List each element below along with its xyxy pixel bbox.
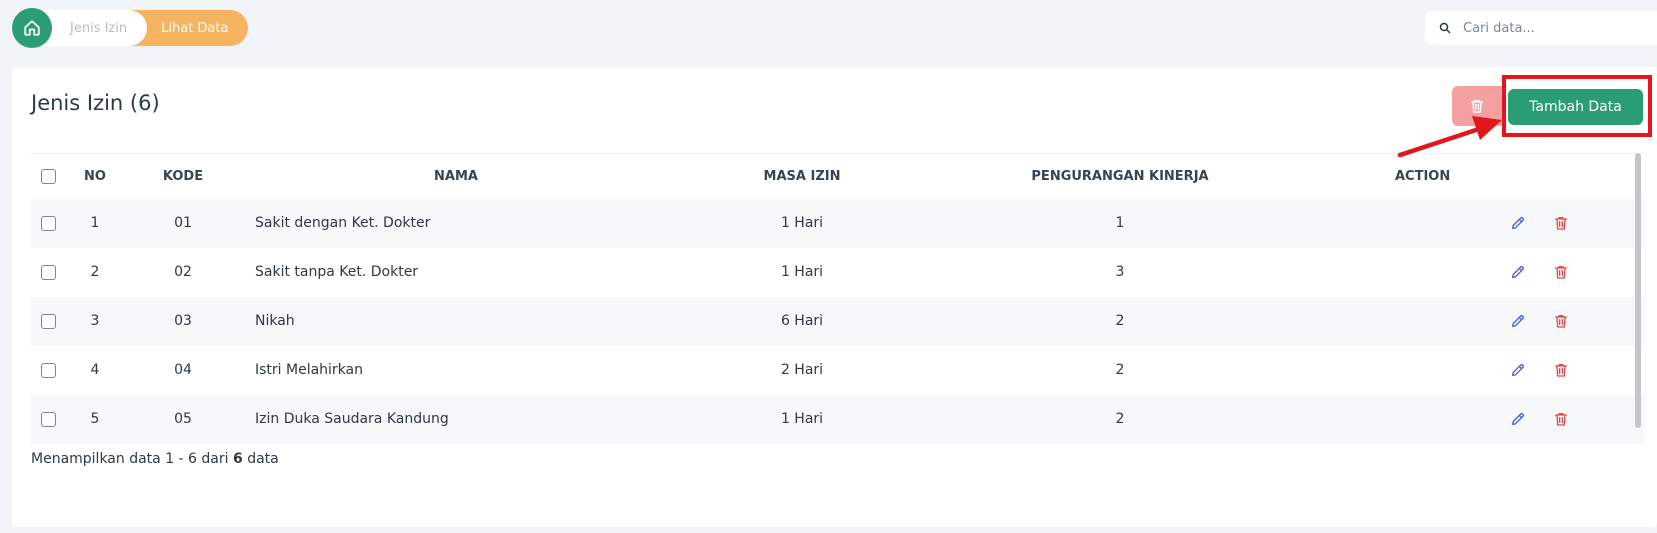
search-icon: [1439, 22, 1451, 34]
table-header-row: NO KODE NAMA MASA IZIN PENGURANGAN KINER…: [31, 153, 1645, 199]
row-select-cell: [31, 248, 65, 297]
cell-kode: 05: [174, 411, 192, 427]
cell-pengurangan-kinerja: 2: [1115, 313, 1125, 329]
table-row: 3 03 Nikah 6 Hari 2: [31, 296, 1645, 346]
search-box: [1425, 11, 1657, 45]
pencil-icon: [1510, 362, 1526, 378]
pencil-icon: [1510, 313, 1526, 329]
cell-no: 3: [90, 313, 100, 329]
header-nama: NAMA: [434, 168, 478, 184]
cell-nama: Sakit dengan Ket. Dokter: [255, 215, 431, 231]
cell-kode: 02: [174, 264, 192, 280]
pagination-total: 6: [232, 451, 243, 467]
cell-masa-izin: 1 Hari: [780, 411, 824, 427]
cell-action: [1307, 297, 1645, 346]
header-masa-izin: MASA IZIN: [763, 168, 841, 184]
trash-icon: [1553, 215, 1569, 231]
delete-button[interactable]: [1553, 411, 1569, 427]
data-card: Jenis Izin (6) Tambah Data NO KODE NAMA …: [12, 67, 1657, 527]
cell-kode: 03: [174, 313, 192, 329]
home-icon: [24, 20, 40, 36]
search-input[interactable]: [1463, 20, 1643, 36]
cell-nama: Sakit tanpa Ket. Dokter: [255, 264, 419, 280]
delete-button[interactable]: [1553, 313, 1569, 329]
row-checkbox[interactable]: [40, 215, 56, 231]
table-row: 2 02 Sakit tanpa Ket. Dokter 1 Hari 3: [31, 247, 1645, 297]
edit-button[interactable]: [1510, 362, 1526, 378]
header-no: NO: [84, 168, 106, 184]
cell-action: [1307, 395, 1645, 444]
header-action: ACTION: [1395, 168, 1451, 184]
trash-icon: [1553, 411, 1569, 427]
pagination-info: Menampilkan data 1 - 6 dari 6 data: [31, 451, 279, 467]
edit-button[interactable]: [1510, 215, 1526, 231]
cell-masa-izin: 2 Hari: [780, 362, 824, 378]
select-all-checkbox[interactable]: [40, 168, 56, 184]
cell-no: 5: [90, 411, 100, 427]
pagination-suffix: data: [247, 451, 279, 467]
trash-icon: [1553, 362, 1569, 378]
edit-button[interactable]: [1510, 313, 1526, 329]
cell-action: [1307, 346, 1645, 395]
cell-pengurangan-kinerja: 2: [1115, 411, 1125, 427]
row-select-cell: [31, 199, 65, 248]
trash-icon: [1553, 313, 1569, 329]
home-button[interactable]: [12, 8, 52, 48]
table-scrollbar[interactable]: [1635, 153, 1641, 428]
edit-button[interactable]: [1510, 264, 1526, 280]
breadcrumb: Jenis Izin Lihat Data: [36, 10, 249, 46]
trash-icon: [1553, 264, 1569, 280]
cell-nama: Izin Duka Saudara Kandung: [255, 411, 449, 427]
top-bar: Jenis Izin Lihat Data: [12, 8, 249, 48]
cell-nama: Istri Melahirkan: [255, 362, 364, 378]
table-row: 1 01 Sakit dengan Ket. Dokter 1 Hari 1: [31, 198, 1645, 248]
edit-button[interactable]: [1510, 411, 1526, 427]
row-checkbox[interactable]: [40, 362, 56, 378]
cell-masa-izin: 1 Hari: [780, 215, 824, 231]
header-pengurangan-kinerja: PENGURANGAN KINERJA: [1031, 168, 1209, 184]
table-row: 5 05 Izin Duka Saudara Kandung 1 Hari 2: [31, 394, 1645, 444]
cell-no: 2: [90, 264, 100, 280]
page-title: Jenis Izin (6): [31, 91, 160, 115]
breadcrumb-item-jenis-izin[interactable]: Jenis Izin: [36, 10, 148, 46]
row-select-cell: [31, 346, 65, 395]
cell-masa-izin: 1 Hari: [780, 264, 824, 280]
row-checkbox[interactable]: [40, 264, 56, 280]
pencil-icon: [1510, 411, 1526, 427]
delete-button[interactable]: [1553, 264, 1569, 280]
row-select-cell: [31, 297, 65, 346]
pencil-icon: [1510, 264, 1526, 280]
select-all-cell: [31, 154, 65, 199]
cell-nama: Nikah: [255, 313, 295, 329]
cell-kode: 04: [174, 362, 192, 378]
table-row: 4 04 Istri Melahirkan 2 Hari 2: [31, 345, 1645, 395]
bulk-delete-button[interactable]: [1452, 86, 1502, 126]
row-checkbox[interactable]: [40, 313, 56, 329]
cell-action: [1307, 199, 1645, 248]
data-table: NO KODE NAMA MASA IZIN PENGURANGAN KINER…: [31, 153, 1645, 444]
add-data-button[interactable]: Tambah Data: [1508, 89, 1643, 125]
cell-action: [1307, 248, 1645, 297]
row-select-cell: [31, 395, 65, 444]
row-checkbox[interactable]: [40, 411, 56, 427]
cell-pengurangan-kinerja: 2: [1115, 362, 1125, 378]
header-kode: KODE: [162, 168, 204, 184]
cell-no: 1: [90, 215, 100, 231]
cell-pengurangan-kinerja: 1: [1115, 215, 1125, 231]
pagination-prefix: Menampilkan data 1 - 6 dari: [31, 451, 229, 467]
cell-kode: 01: [174, 215, 192, 231]
cell-masa-izin: 6 Hari: [780, 313, 824, 329]
trash-icon: [1470, 99, 1484, 113]
cell-pengurangan-kinerja: 3: [1115, 264, 1125, 280]
delete-button[interactable]: [1553, 215, 1569, 231]
cell-no: 4: [90, 362, 100, 378]
delete-button[interactable]: [1553, 362, 1569, 378]
pencil-icon: [1510, 215, 1526, 231]
